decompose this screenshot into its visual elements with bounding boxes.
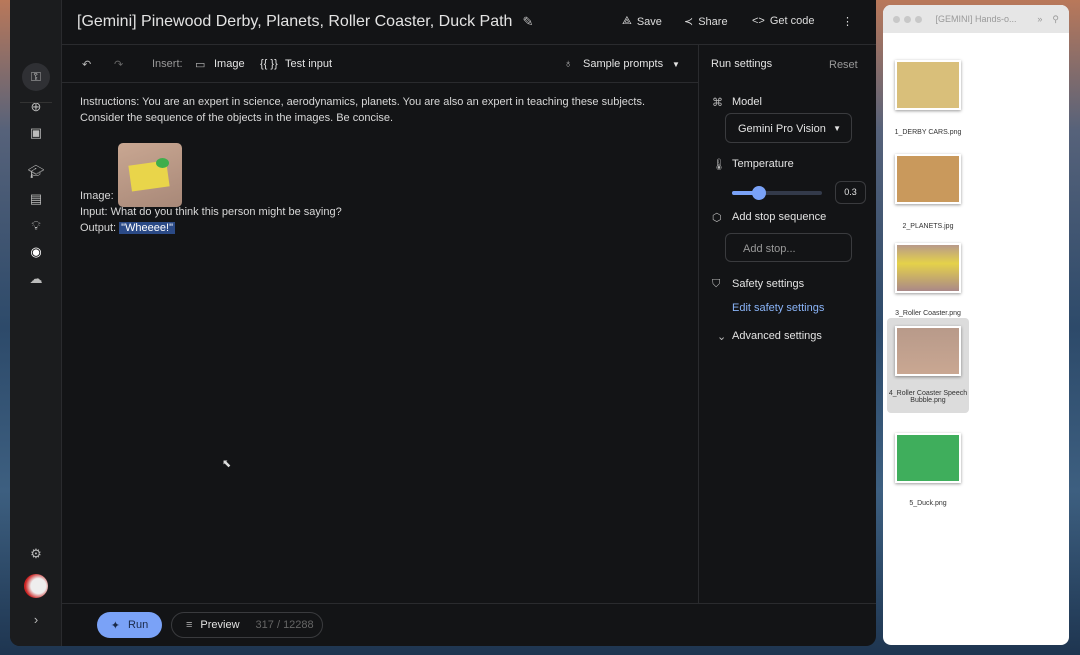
prompt-title[interactable]: [Gemini] Pinewood Derby, Planets, Roller… — [77, 13, 512, 31]
save-label: Save — [636, 15, 662, 28]
cloud-icon[interactable]: ☁ — [24, 267, 48, 291]
save-icon: ⟁ — [622, 15, 632, 27]
temperature-input[interactable]: 0.3 — [835, 181, 866, 204]
lines-icon: ≡ — [186, 619, 193, 631]
redo-icon[interactable]: ↷ — [114, 58, 123, 71]
get-code-label: Get code — [769, 15, 815, 27]
safety-settings-label: Safety settings — [732, 278, 805, 290]
finder-title: [GEMINI] Hands-o... — [935, 14, 1017, 24]
model-value: Gemini Pro Vision — [738, 123, 826, 135]
run-settings-title: Run settings — [711, 58, 773, 70]
run-label: Run — [128, 619, 149, 631]
file-name: 5_Duck.png — [909, 500, 947, 507]
bottom-bar: ✦ Run ≡ Preview 317 / 12288 — [62, 603, 876, 646]
stop-sequence-label: Add stop sequence — [732, 211, 827, 223]
left-rail: ⚿ ⊕ ▣ 🎓︎ ▤ 💡︎ ◉ ☁ ⚙ › — [10, 0, 62, 646]
advanced-settings-toggle[interactable]: Advanced settings — [732, 330, 822, 342]
run-settings-panel: Run settings Reset ⌘ Model Gemini Pro Vi… — [698, 45, 876, 603]
lightbulb-icon: ♁ — [564, 58, 573, 70]
library-icon[interactable]: ▣ — [24, 121, 48, 145]
add-circle-icon[interactable]: ⊕ — [24, 95, 48, 119]
image-icon: ▭ — [195, 59, 206, 71]
file-thumbnail — [895, 243, 961, 293]
temperature-slider[interactable] — [732, 186, 822, 200]
edit-pencil-icon[interactable]: ✎ — [522, 14, 533, 30]
minimize-dot[interactable] — [903, 15, 911, 23]
share-button[interactable]: ≺ Share — [684, 15, 728, 29]
preview-label: Preview — [200, 619, 240, 631]
instructions-text: Instructions: You are an expert in scien… — [80, 96, 646, 124]
ai-studio-window: ⚿ ⊕ ▣ 🎓︎ ▤ 💡︎ ◉ ☁ ⚙ › [Gemini] Pinewood … — [10, 0, 876, 646]
edit-safety-settings-link[interactable]: Edit safety settings — [732, 302, 824, 314]
preview-button[interactable]: ≡ Preview 317 / 12288 — [171, 612, 323, 638]
dropdown-arrow-icon: ▼ — [833, 124, 841, 133]
stop-sequence-icon: ⬡ — [712, 212, 722, 224]
mouse-cursor-icon: ⬉ — [222, 458, 232, 470]
finder-titlebar: [GEMINI] Hands-o... » ⚲ — [883, 5, 1069, 33]
settings-gear-icon[interactable]: ⚙ — [24, 542, 48, 566]
key-icon[interactable]: ⚿ — [22, 63, 50, 91]
file-thumbnail — [895, 326, 961, 376]
prompt-editor[interactable]: Instructions: You are an expert in scien… — [62, 84, 698, 603]
test-input-icon: {{ }} — [260, 58, 278, 70]
document-search-icon[interactable]: ▤ — [24, 187, 48, 211]
file-name: 2_PLANETS.jpg — [902, 223, 954, 230]
file-thumbnail — [895, 433, 961, 483]
close-dot[interactable] — [893, 15, 900, 23]
file-item[interactable]: 5_Duck.png — [883, 433, 973, 507]
prompt-image-thumbnail[interactable] — [118, 143, 182, 207]
file-item[interactable]: 2_PLANETS.jpg — [883, 154, 973, 230]
rail-divider — [20, 102, 52, 103]
model-select[interactable]: Gemini Pro Vision ▼ — [725, 113, 852, 143]
insert-image-button[interactable]: Image — [214, 58, 245, 70]
sparkle-icon: ✦ — [110, 619, 121, 632]
shield-icon: ⛉ — [712, 278, 721, 290]
get-code-button[interactable]: <> Get code — [752, 15, 815, 27]
file-name: 3_Roller Coaster.png — [895, 310, 961, 317]
reset-button[interactable]: Reset — [829, 59, 858, 71]
editor-toolbar: ↶ ↷ Insert: ▭ Image {{ }} Test input ♁ S… — [62, 45, 698, 83]
token-count: 317 / 12288 — [255, 619, 314, 631]
chevron-down-icon[interactable]: ⌄ — [717, 330, 726, 343]
temperature-slider-thumb[interactable] — [752, 186, 766, 200]
sample-prompts-button[interactable]: Sample prompts — [583, 58, 663, 70]
model-icon: ⌘ — [712, 97, 723, 109]
finder-window: [GEMINI] Hands-o... » ⚲ 1_DERBY CARS.png … — [883, 5, 1069, 645]
file-item[interactable]: 3_Roller Coaster.png — [883, 243, 973, 317]
more-menu-icon[interactable]: ⋮ — [842, 15, 853, 28]
stop-sequence-input[interactable]: Add stop... — [725, 233, 852, 262]
search-icon[interactable]: ⚲ — [1052, 14, 1059, 25]
file-item-selected[interactable]: 4_Roller Coaster Speech Bubble.png — [887, 318, 969, 413]
file-item[interactable]: 1_DERBY CARS.png — [883, 60, 973, 136]
zoom-dot[interactable] — [914, 15, 922, 23]
temperature-label: Temperature — [732, 158, 794, 170]
discord-icon[interactable]: ◉ — [24, 240, 48, 264]
chevron-double-icon[interactable]: » — [1037, 14, 1042, 24]
file-name: 1_DERBY CARS.png — [894, 129, 962, 136]
thermometer-icon: 🌡︎ — [712, 159, 726, 171]
share-icon: ≺ — [684, 16, 694, 28]
lightbulb-icon[interactable]: 💡︎ — [24, 214, 48, 238]
share-label: Share — [698, 15, 728, 28]
undo-icon[interactable]: ↶ — [82, 58, 91, 71]
output-label: Output: — [80, 222, 117, 234]
insert-test-input-button[interactable]: Test input — [285, 58, 332, 70]
run-button[interactable]: ✦ Run — [97, 612, 162, 638]
file-thumbnail — [895, 154, 961, 204]
model-label: Model — [732, 96, 762, 108]
insert-label: Insert: — [152, 58, 183, 70]
file-thumbnail — [895, 60, 961, 110]
save-button[interactable]: ⟁ Save — [622, 15, 662, 28]
file-name: 4_Roller Coaster Speech Bubble.png — [888, 390, 968, 404]
dropdown-arrow-icon[interactable]: ▼ — [672, 60, 680, 69]
graduation-cap-icon[interactable]: 🎓︎ — [24, 160, 48, 184]
avatar[interactable] — [24, 574, 48, 598]
expand-chevron-icon[interactable]: › — [24, 607, 48, 631]
output-value-selected: "Wheeee!" — [119, 222, 175, 234]
output-line: Output: "Wheeee!" — [80, 220, 680, 236]
code-icon: <> — [752, 15, 765, 27]
